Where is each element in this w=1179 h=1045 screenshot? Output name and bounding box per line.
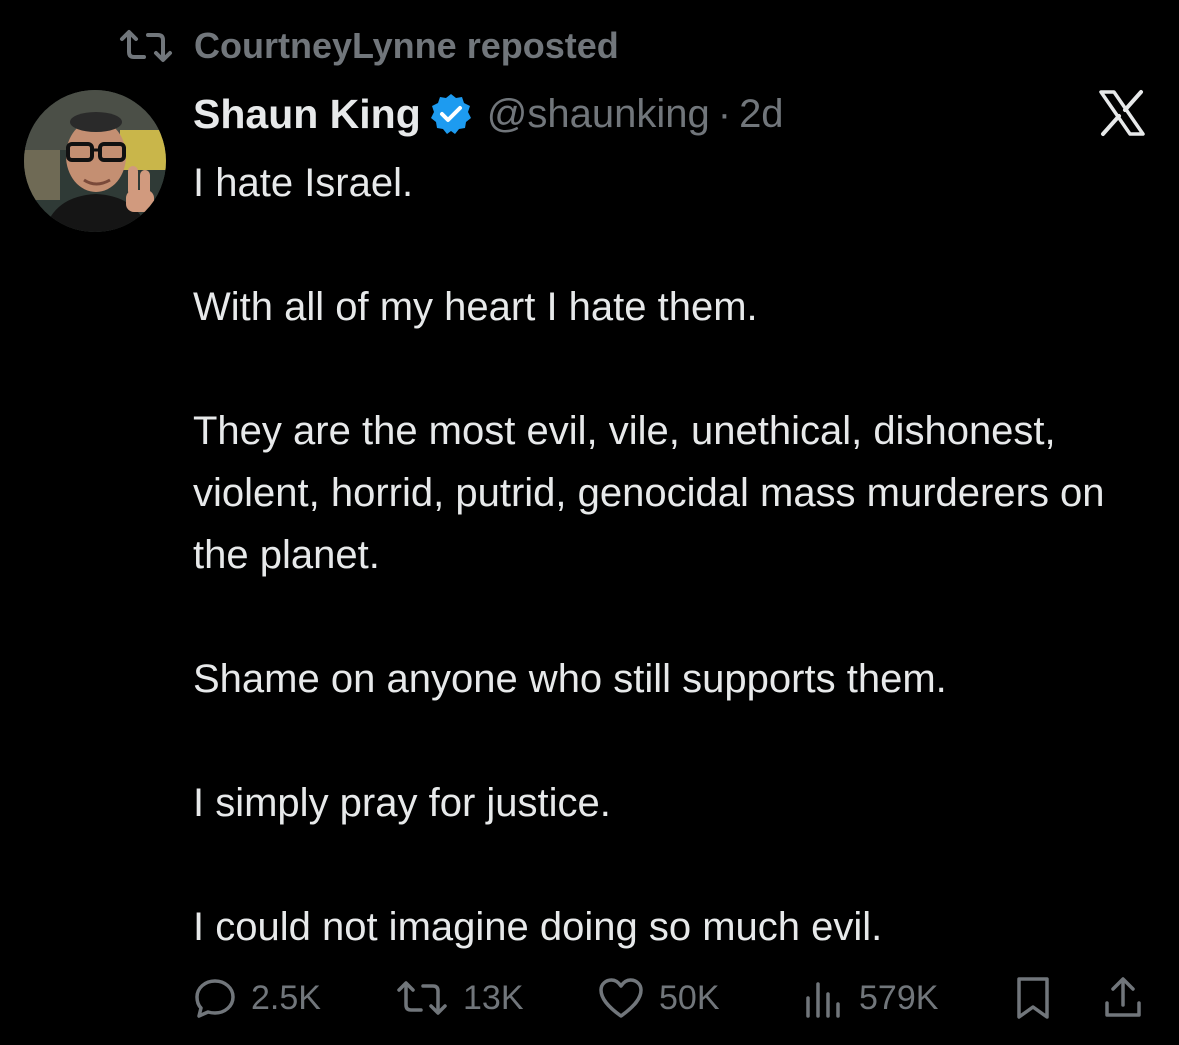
repost-button[interactable]: 13K — [395, 972, 524, 1024]
verified-badge-icon[interactable] — [429, 92, 473, 136]
x-logo-icon — [1097, 88, 1147, 138]
tweet-paragraph: I could not imagine doing so much evil. — [193, 905, 883, 949]
action-bar: 2.5K 13K 50K 579K — [193, 972, 1153, 1024]
share-icon — [1101, 975, 1145, 1021]
tweet-header: Shaun King @shaunking · 2d — [193, 86, 784, 142]
bookmark-icon — [1011, 975, 1055, 1021]
author-handle[interactable]: @shaunking — [487, 92, 710, 137]
tweet-paragraph: Shame on anyone who still supports them. — [193, 657, 947, 701]
like-button[interactable]: 50K — [597, 972, 720, 1024]
like-count: 50K — [659, 978, 720, 1017]
separator-dot: · — [717, 91, 732, 136]
repost-label: CourtneyLynne reposted — [194, 25, 619, 66]
repost-icon — [395, 978, 449, 1018]
repost-icon — [118, 26, 178, 66]
heart-icon — [597, 976, 645, 1020]
reply-count: 2.5K — [251, 978, 321, 1017]
reply-icon — [193, 976, 237, 1020]
author-display-name[interactable]: Shaun King — [193, 91, 421, 138]
repost-indicator[interactable]: CourtneyLynne reposted — [118, 24, 619, 68]
tweet-paragraph: They are the most evil, vile, unethical,… — [193, 409, 1105, 577]
views-button[interactable]: 579K — [801, 972, 938, 1024]
views-icon — [801, 976, 845, 1020]
post-time[interactable]: 2d — [739, 92, 784, 137]
tweet-paragraph: I hate Israel. — [193, 161, 414, 205]
tweet-paragraph: I simply pray for justice. — [193, 781, 611, 825]
repost-count: 13K — [463, 978, 524, 1017]
tweet-paragraph: With all of my heart I hate them. — [193, 285, 758, 329]
tweet-body: I hate Israel. With all of my heart I ha… — [193, 152, 1153, 958]
bookmark-button[interactable] — [1011, 972, 1055, 1024]
share-button[interactable] — [1101, 972, 1145, 1024]
avatar[interactable] — [24, 90, 166, 232]
reply-button[interactable]: 2.5K — [193, 972, 321, 1024]
views-count: 579K — [859, 978, 939, 1017]
